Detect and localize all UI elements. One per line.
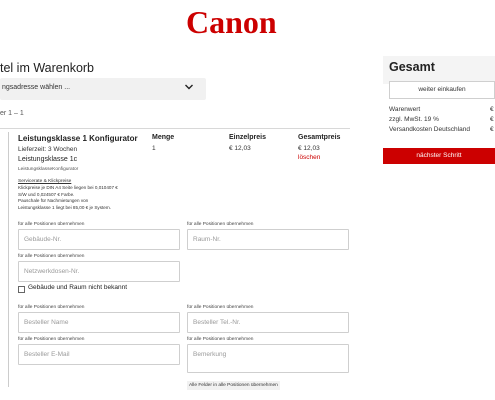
remark-textarea[interactable]: Bemerkung: [187, 344, 349, 373]
summary-row-label: Versandkosten Deutschland: [389, 126, 470, 133]
summary-title: Gesamt: [389, 60, 435, 74]
room-number-input[interactable]: Raum-Nr.: [187, 229, 349, 250]
apply-all-fields-button[interactable]: Alle Felder in alle Positionen übernehme…: [187, 381, 280, 390]
orderer-email-input[interactable]: Besteller E-Mail: [18, 344, 180, 365]
product-name[interactable]: Leistungsklasse 1 Konfigurator: [18, 134, 138, 143]
summary-row-label: zzgl. MwSt. 19 %: [389, 116, 439, 123]
building-number-input[interactable]: Gebäude-Nr.: [18, 229, 180, 250]
apply-all-positions-label[interactable]: für alle Positionen übernehmen: [18, 254, 84, 259]
orderer-phone-input[interactable]: Besteller Tel.-Nr.: [187, 312, 349, 333]
next-step-button[interactable]: nächster Schritt: [383, 148, 495, 164]
quantity-header: Menge: [152, 134, 175, 141]
network-socket-input[interactable]: Netzwerkdosen-Nr.: [18, 261, 180, 282]
item-count: er 1 – 1: [0, 110, 24, 117]
apply-all-positions-label[interactable]: für alle Positionen übernehmen: [18, 222, 84, 227]
apply-all-positions-label[interactable]: für alle Positionen übernehmen: [18, 305, 84, 310]
total-price-value: € 12,03: [298, 145, 320, 152]
apply-all-positions-label[interactable]: für alle Positionen übernehmen: [18, 337, 84, 342]
apply-all-positions-label[interactable]: für alle Positionen übernehmen: [187, 222, 253, 227]
unknown-location-label[interactable]: Gebäude und Raum nicht bekannt: [28, 284, 127, 291]
unit-price-header: Einzelpreis: [229, 134, 266, 141]
delivery-address-select[interactable]: ngsadresse wählen ...: [0, 78, 206, 100]
product-subtitle: LeistungsklasseKonfigurator: [18, 167, 79, 172]
product-class: Leistungsklasse 1c: [18, 156, 78, 163]
remove-item-link[interactable]: löschen: [298, 154, 320, 161]
delivery-time: Lieferzeit: 3 Wochen: [18, 146, 78, 153]
summary-row-label: Warenwert: [389, 106, 421, 113]
unknown-location-checkbox[interactable]: [18, 286, 25, 293]
summary-row-value: €: [490, 116, 494, 123]
service-note: Klickpreise je DIN A4 Seite liegen bei 0…: [18, 185, 148, 211]
page-title: tel im Warenkorb: [0, 61, 95, 75]
quantity-value: 1: [152, 145, 156, 152]
item-row-marker: [8, 132, 9, 387]
summary-row-value: €: [490, 106, 494, 113]
delivery-address-value: ngsadresse wählen ...: [2, 84, 71, 91]
apply-all-positions-label[interactable]: für alle Positionen übernehmen: [187, 305, 253, 310]
summary-row-value: €: [490, 126, 494, 133]
apply-all-positions-label[interactable]: für alle Positionen übernehmen: [187, 337, 253, 342]
continue-shopping-button[interactable]: weiter einkaufen: [389, 81, 495, 99]
unit-price-value: € 12,03: [229, 145, 251, 152]
canon-logo[interactable]: Canon: [186, 4, 306, 40]
service-rate-link[interactable]: Servicerate & Klickpreise: [18, 179, 71, 184]
chevron-down-icon: [185, 84, 193, 90]
orderer-name-input[interactable]: Besteller Name: [18, 312, 180, 333]
divider: [0, 128, 350, 129]
service-note-line: Leistungsklasse 1 liegt bei 85,00 € je S…: [18, 204, 111, 210]
total-price-header: Gesamtpreis: [298, 134, 341, 141]
